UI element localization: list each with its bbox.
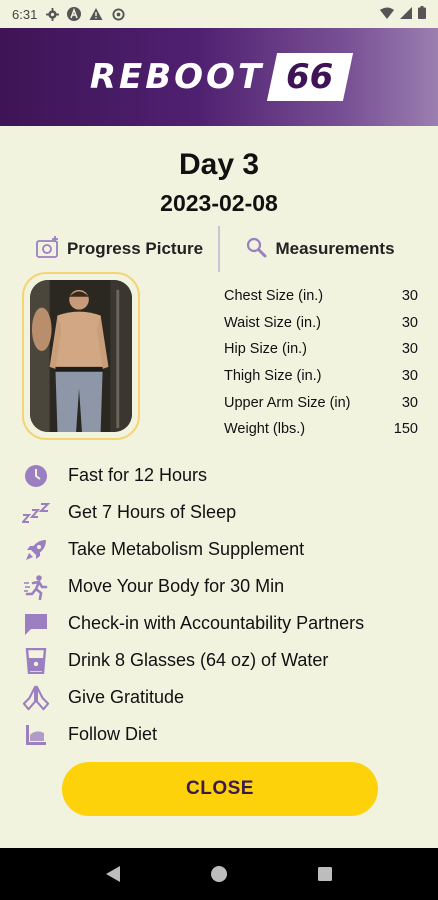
measurement-row: Weight (lbs.) 150 [224, 416, 418, 443]
measurement-label: Chest Size (in.) [224, 288, 324, 305]
measurement-label: Hip Size (in.) [224, 341, 307, 358]
task-label: Drink 8 Glasses (64 oz) of Water [68, 650, 329, 670]
battery-icon [418, 6, 426, 22]
progress-photo-frame[interactable] [22, 272, 140, 440]
close-button[interactable]: CLOSE [62, 762, 378, 816]
day-title: Day 3 [178, 148, 260, 181]
clock-icon [22, 462, 50, 490]
task-label: Give Gratitude [68, 687, 185, 707]
a-icon [67, 7, 82, 21]
praying-hands-icon [22, 684, 50, 712]
signal-icon [400, 6, 412, 22]
glass-icon [22, 647, 50, 675]
search-icon [245, 236, 269, 263]
view-tabs: Progress Picture Measurements [20, 226, 420, 272]
tab-progress-picture[interactable]: Progress Picture [20, 235, 218, 264]
status-right [380, 6, 426, 22]
measurement-label: Thigh Size (in.) [224, 368, 322, 385]
day-date: 2023-02-08 [160, 190, 278, 216]
measurement-row: Waist Size (in.) 30 [224, 310, 418, 337]
settings-icon [111, 7, 125, 21]
task-item[interactable]: Get 7 Hours of Sleep [22, 494, 422, 531]
tab-measurements-label: Measurements [275, 239, 395, 258]
measurement-value: 30 [401, 314, 418, 331]
status-bar: 6:31 [0, 0, 438, 28]
home-button[interactable] [201, 856, 237, 892]
task-item[interactable]: Give Gratitude [22, 679, 422, 716]
diet-icon [22, 721, 50, 749]
task-item[interactable]: Fast for 12 Hours [22, 457, 422, 494]
measurement-value: 150 [393, 421, 418, 438]
tab-progress-picture-label: Progress Picture [66, 239, 204, 258]
task-item[interactable]: Check-in with Accountability Partners [22, 605, 422, 642]
task-item[interactable]: Follow Diet [22, 716, 422, 753]
task-label: Follow Diet [68, 724, 158, 744]
measurement-label: Waist Size (in.) [224, 314, 321, 331]
app-header: REBOOT 66 [0, 28, 438, 126]
measurement-value: 30 [401, 368, 418, 385]
measurement-row: Hip Size (in.) 30 [224, 336, 418, 363]
rocket-icon [22, 536, 50, 564]
measurement-value: 30 [401, 341, 418, 358]
recents-button[interactable] [307, 856, 343, 892]
logo-word: REBOOT [89, 57, 265, 97]
measurement-label: Upper Arm Size (in) [224, 394, 351, 411]
task-label: Move Your Body for 30 Min [68, 576, 285, 596]
wifi-icon [380, 7, 394, 22]
progress-photo [30, 280, 132, 432]
task-list: Fast for 12 Hours Get 7 Hours of Sleep T… [22, 457, 422, 753]
system-nav-bar [0, 848, 438, 900]
measurement-row: Upper Arm Size (in) 30 [224, 389, 418, 416]
tab-measurements[interactable]: Measurements [220, 236, 420, 263]
task-label: Fast for 12 Hours [68, 465, 208, 485]
measurement-value: 30 [401, 394, 418, 411]
back-button[interactable] [95, 856, 131, 892]
task-label: Get 7 Hours of Sleep [68, 502, 237, 522]
measurement-row: Chest Size (in.) 30 [224, 283, 418, 310]
measurements-table: Chest Size (in.) 30 Waist Size (in.) 30 … [224, 283, 418, 443]
task-label: Take Metabolism Supplement [68, 539, 305, 559]
status-time: 6:31 [12, 6, 38, 22]
task-item[interactable]: Move Your Body for 30 Min [22, 568, 422, 605]
measurement-label: Weight (lbs.) [224, 421, 306, 438]
app-logo: REBOOT 66 [89, 53, 354, 101]
gear-icon [45, 7, 59, 21]
chat-icon [22, 610, 50, 638]
measurement-value: 30 [401, 288, 418, 305]
logo-badge: 66 [267, 53, 354, 101]
task-label: Check-in with Accountability Partners [68, 613, 365, 633]
logo-number: 66 [286, 57, 334, 97]
running-icon [22, 573, 50, 601]
warning-icon [89, 7, 103, 21]
task-item[interactable]: Take Metabolism Supplement [22, 531, 422, 568]
task-item[interactable]: Drink 8 Glasses (64 oz) of Water [22, 642, 422, 679]
add-photo-icon [35, 235, 61, 264]
measurement-row: Thigh Size (in.) 30 [224, 363, 418, 390]
sleep-icon [22, 499, 50, 527]
